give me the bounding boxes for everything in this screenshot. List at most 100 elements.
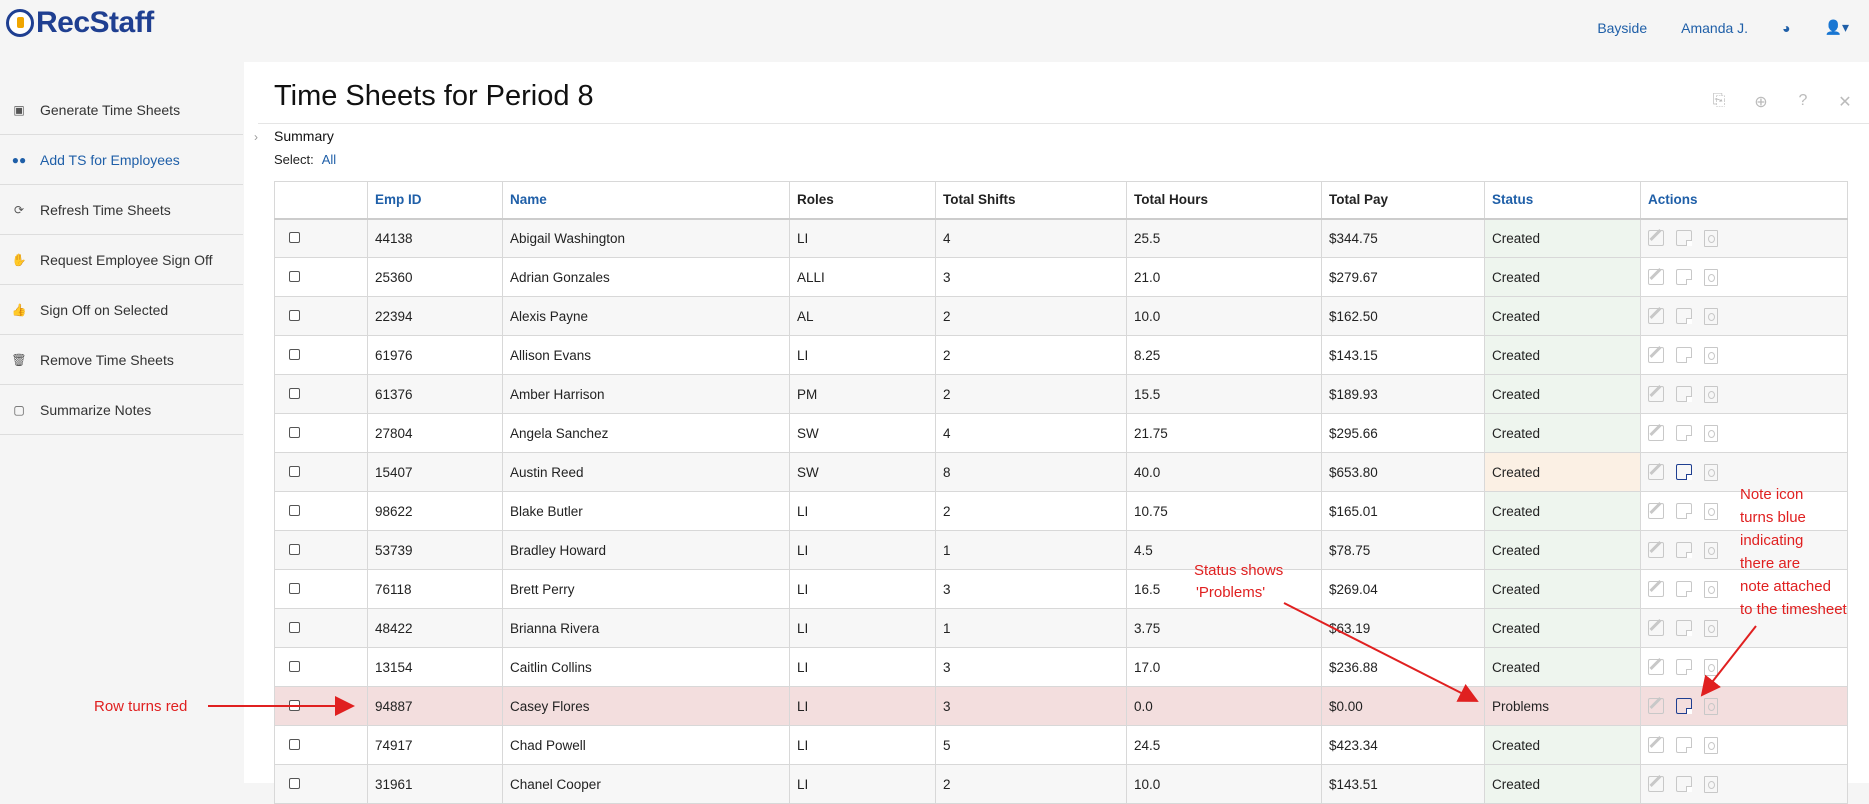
sidebar-item-summarize-notes[interactable]: ▢ Summarize Notes: [0, 385, 243, 435]
edit-icon[interactable]: [1648, 698, 1664, 714]
pdf-icon[interactable]: [1704, 346, 1718, 364]
table-row[interactable]: 44138 Abigail Washington LI 4 25.5 $344.75 Cre…: [274, 218, 1848, 258]
user-menu-icon[interactable]: 👤▾: [1825, 19, 1849, 36]
header-name[interactable]: Name: [502, 181, 790, 220]
note-icon[interactable]: [1676, 347, 1692, 363]
edit-icon[interactable]: [1648, 386, 1664, 402]
edit-icon[interactable]: [1648, 581, 1664, 597]
row-checkbox[interactable]: [289, 465, 300, 477]
table-row[interactable]: 15407 Austin Reed SW 8 40.0 $653.80 Created: [274, 452, 1848, 492]
edit-icon[interactable]: [1648, 464, 1664, 480]
edit-icon[interactable]: [1648, 542, 1664, 558]
note-icon[interactable]: [1676, 698, 1692, 714]
pdf-icon[interactable]: [1704, 502, 1718, 520]
row-checkbox[interactable]: [289, 387, 300, 399]
pdf-export-icon[interactable]: ⎘: [1709, 92, 1729, 112]
row-checkbox[interactable]: [289, 621, 300, 633]
edit-icon[interactable]: [1648, 308, 1664, 324]
cell-total-pay: $344.75: [1321, 218, 1485, 258]
row-checkbox[interactable]: [289, 309, 300, 321]
pdf-icon[interactable]: [1704, 424, 1718, 442]
header-status[interactable]: Status: [1484, 181, 1641, 220]
pdf-icon[interactable]: [1704, 229, 1718, 247]
sidebar-item-generate[interactable]: ▣ Generate Time Sheets: [0, 85, 243, 135]
select-all-link[interactable]: All: [322, 152, 336, 167]
table-row[interactable]: 48422 Brianna Rivera LI 1 3.75 $63.19 Created: [274, 608, 1848, 648]
note-icon[interactable]: [1676, 386, 1692, 402]
sidebar-item-sign-off[interactable]: 👍 Sign Off on Selected: [0, 285, 243, 335]
note-icon[interactable]: [1676, 737, 1692, 753]
location-link[interactable]: Bayside: [1597, 20, 1647, 36]
zoom-icon[interactable]: ⊕: [1751, 92, 1771, 112]
pdf-icon[interactable]: [1704, 463, 1718, 481]
pdf-icon[interactable]: [1704, 268, 1718, 286]
note-icon[interactable]: [1676, 542, 1692, 558]
row-checkbox[interactable]: [289, 426, 300, 438]
sidebar-item-request-sign-off[interactable]: ✋ Request Employee Sign Off: [0, 235, 243, 285]
sidebar-item-refresh[interactable]: ⟳ Refresh Time Sheets: [0, 185, 243, 235]
row-checkbox[interactable]: [289, 270, 300, 282]
edit-icon[interactable]: [1648, 269, 1664, 285]
sidebar-item-add-ts[interactable]: ●● Add TS for Employees: [0, 135, 243, 185]
table-row[interactable]: 98622 Blake Butler LI 2 10.75 $165.01 Created: [274, 491, 1848, 531]
sidebar-item-remove[interactable]: 🗑 Remove Time Sheets: [0, 335, 243, 385]
header-total-pay: Total Pay: [1321, 181, 1485, 220]
table-row[interactable]: 61376 Amber Harrison PM 2 15.5 $189.93 Created: [274, 374, 1848, 414]
row-checkbox[interactable]: [289, 231, 300, 243]
table-row[interactable]: 53739 Bradley Howard LI 1 4.5 $78.75 Created: [274, 530, 1848, 570]
table-row[interactable]: 13154 Caitlin Collins LI 3 17.0 $236.88 Create…: [274, 647, 1848, 687]
dashboard-icon[interactable]: ◕: [1782, 20, 1790, 36]
note-icon[interactable]: [1676, 581, 1692, 597]
table-row[interactable]: 94887 Casey Flores LI 3 0.0 $0.00 Problems: [274, 686, 1848, 726]
edit-icon[interactable]: [1648, 503, 1664, 519]
edit-icon[interactable]: [1648, 737, 1664, 753]
pdf-icon[interactable]: [1704, 541, 1718, 559]
chevron-right-icon[interactable]: ›: [254, 130, 258, 144]
note-icon[interactable]: [1676, 269, 1692, 285]
table-row[interactable]: 31961 Chanel Cooper LI 2 10.0 $143.51 Created: [274, 764, 1848, 804]
header-emp-id[interactable]: Emp ID: [367, 181, 503, 220]
table-row[interactable]: 22394 Alexis Payne AL 2 10.0 $162.50 Created: [274, 296, 1848, 336]
note-icon[interactable]: [1676, 503, 1692, 519]
note-icon[interactable]: [1676, 425, 1692, 441]
edit-icon[interactable]: [1648, 230, 1664, 247]
edit-icon[interactable]: [1648, 425, 1664, 441]
help-icon[interactable]: ?: [1793, 92, 1813, 112]
user-name-link[interactable]: Amanda J.: [1681, 20, 1748, 36]
note-icon[interactable]: [1676, 776, 1692, 792]
pdf-icon[interactable]: [1704, 658, 1718, 676]
table-row[interactable]: 76118 Brett Perry LI 3 16.5 $269.04 Created: [274, 569, 1848, 609]
cell-total-shifts: 2: [935, 374, 1127, 414]
pdf-icon[interactable]: [1704, 775, 1718, 793]
row-checkbox[interactable]: [289, 660, 300, 672]
row-checkbox[interactable]: [289, 699, 300, 711]
app-logo[interactable]: RecStaff: [6, 6, 154, 40]
edit-icon[interactable]: [1648, 776, 1664, 792]
pdf-icon[interactable]: [1704, 619, 1718, 637]
edit-icon[interactable]: [1648, 347, 1664, 363]
pdf-icon[interactable]: [1704, 736, 1718, 754]
row-checkbox[interactable]: [289, 777, 300, 789]
row-checkbox[interactable]: [289, 543, 300, 555]
table-row[interactable]: 74917 Chad Powell LI 5 24.5 $423.34 Created: [274, 725, 1848, 765]
pdf-icon[interactable]: [1704, 580, 1718, 598]
note-icon[interactable]: [1676, 464, 1692, 480]
pdf-icon[interactable]: [1704, 697, 1718, 715]
note-icon[interactable]: [1676, 230, 1692, 247]
table-row[interactable]: 27804 Angela Sanchez SW 4 21.75 $295.66 Create…: [274, 413, 1848, 453]
close-icon[interactable]: ✕: [1835, 92, 1855, 112]
row-checkbox[interactable]: [289, 348, 300, 360]
row-checkbox[interactable]: [289, 738, 300, 750]
table-row[interactable]: 61976 Allison Evans LI 2 8.25 $143.15 Created: [274, 335, 1848, 375]
summary-toggle[interactable]: Summary: [274, 128, 334, 144]
pdf-icon[interactable]: [1704, 385, 1718, 403]
note-icon[interactable]: [1676, 659, 1692, 675]
row-checkbox[interactable]: [289, 504, 300, 516]
table-row[interactable]: 25360 Adrian Gonzales ALLI 3 21.0 $279.67 Crea…: [274, 257, 1848, 297]
edit-icon[interactable]: [1648, 659, 1664, 675]
pdf-icon[interactable]: [1704, 307, 1718, 325]
note-icon[interactable]: [1676, 620, 1692, 636]
edit-icon[interactable]: [1648, 620, 1664, 636]
row-checkbox[interactable]: [289, 582, 300, 594]
note-icon[interactable]: [1676, 308, 1692, 324]
